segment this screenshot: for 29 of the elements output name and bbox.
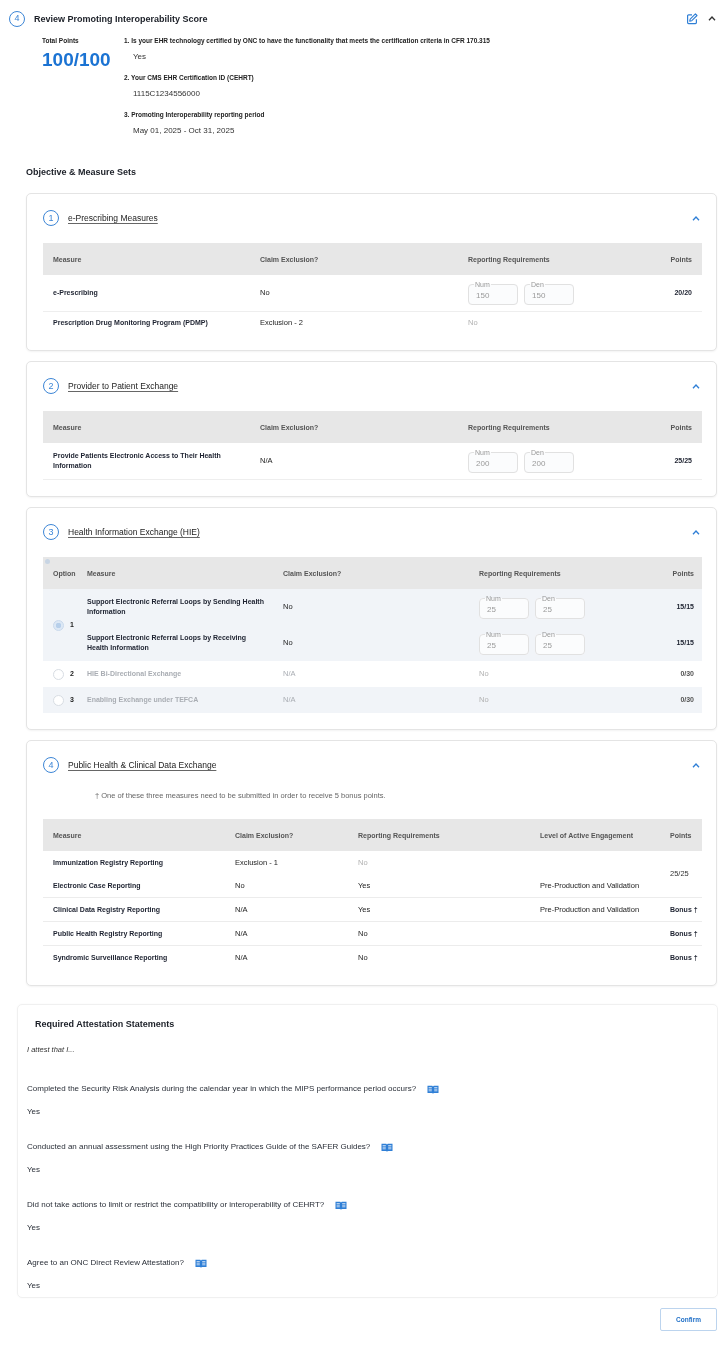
book-icon[interactable] — [381, 1142, 394, 1152]
book-icon[interactable] — [194, 1258, 207, 1268]
answer-text: 1115C1234556000 — [133, 88, 200, 100]
statement-answer: Yes — [27, 1106, 41, 1118]
answer-text: May 01, 2025 - Oct 31, 2025 — [133, 125, 235, 137]
review-title: Review Promoting Interoperability Score — [34, 13, 208, 24]
statement-answer: Yes — [27, 1164, 41, 1176]
section-title-link[interactable]: Public Health & Clinical Data Exchange — [68, 760, 217, 770]
book-icon[interactable] — [335, 1200, 348, 1210]
dot-icon — [45, 559, 50, 564]
statement-question: Did not take actions to limit or restrict the compatibility or interoperability of CEHRT? — [27, 1199, 325, 1211]
statement-question: Completed the Security Risk Analysis during the calendar year in which the MIPS performance period occurs? — [27, 1083, 417, 1095]
total-points-value: 100/100 — [42, 49, 112, 71]
statement-answer: Yes — [27, 1222, 41, 1234]
book-icon[interactable] — [427, 1084, 440, 1094]
section-title-link[interactable]: Health Information Exchange (HIE) — [68, 527, 200, 537]
statement-question: Agree to an ONC Direct Review Attestation? — [27, 1257, 184, 1269]
collapse-caret-icon[interactable] — [708, 16, 716, 21]
section-heading: Objective & Measure Sets — [26, 166, 137, 178]
section-title-link[interactable]: Provider to Patient Exchange — [68, 381, 179, 391]
radio-button[interactable] — [53, 694, 64, 706]
attestation-title: Required Attestation Statements — [35, 1018, 175, 1030]
section-title-link[interactable]: e-Prescribing Measures — [68, 213, 158, 223]
radio-button[interactable] — [53, 619, 64, 631]
statement-answer: Yes — [27, 1280, 41, 1292]
edit-icon[interactable] — [686, 12, 698, 25]
answer-text: Yes — [133, 51, 147, 63]
radio-button[interactable] — [53, 668, 64, 680]
statement-question: Conducted an annual assessment using the High Priority Practices Guide of the SAFER Guides? — [27, 1141, 371, 1153]
